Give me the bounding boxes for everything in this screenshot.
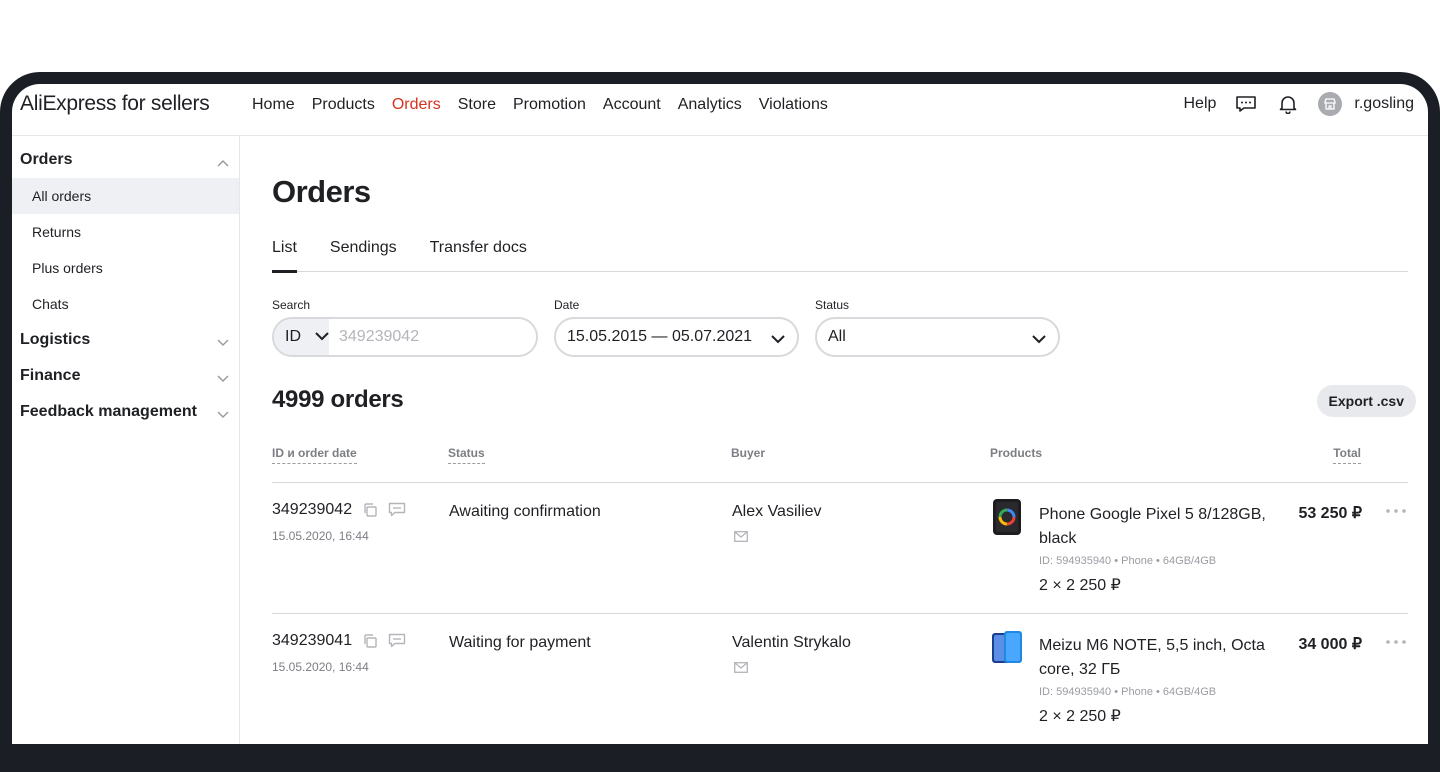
table-row: 349239042 15.05.2020, 16:44 Awaiting con… [272, 483, 1408, 614]
chat-icon[interactable] [388, 633, 406, 649]
messages-icon[interactable] [1234, 92, 1258, 116]
sidebar-group-label: Finance [20, 367, 81, 384]
chevron-down-icon [217, 334, 229, 352]
table-row: 349239041 15.05.2020, 16:44 Waiting for … [272, 614, 1408, 744]
order-status: Waiting for payment [449, 634, 591, 651]
nav-analytics[interactable]: Analytics [678, 96, 742, 114]
status-select-value: All [828, 328, 846, 345]
app-window: AliExpress for sellers Home Products Ord… [12, 84, 1428, 744]
column-header-id-date[interactable]: ID и order date [272, 446, 357, 464]
tab-list[interactable]: List [272, 234, 297, 273]
order-total: 53 250 ₽ [1298, 505, 1362, 522]
sidebar-item-all-orders[interactable]: All orders [12, 178, 239, 214]
chevron-down-icon [315, 328, 329, 346]
date-label: Date [554, 298, 580, 312]
status-label: Status [815, 298, 850, 312]
product-thumbnail[interactable] [990, 630, 1024, 666]
nav-orders[interactable]: Orders [392, 96, 441, 114]
nav-promotion[interactable]: Promotion [513, 96, 586, 114]
chat-icon[interactable] [388, 502, 406, 518]
chevron-up-icon [217, 154, 229, 172]
order-status: Awaiting confirmation [449, 503, 601, 520]
sidebar-group-orders[interactable]: Orders [12, 142, 239, 178]
sidebar-group-feedback[interactable]: Feedback management [12, 394, 239, 430]
export-csv-button[interactable]: Export .csv [1316, 385, 1416, 417]
nav-home[interactable]: Home [252, 96, 295, 114]
order-date: 15.05.2020, 16:44 [272, 660, 369, 674]
order-id-text[interactable]: 349239042 [272, 501, 352, 519]
product-name[interactable]: Meizu M6 NOTE, 5,5 inch, Octa core, 32 Г… [1039, 634, 1275, 682]
tab-sendings[interactable]: Sendings [330, 234, 397, 272]
date-range-select[interactable]: 15.05.2015 — 05.07.2021 [554, 317, 799, 357]
sidebar-group-label: Logistics [20, 331, 91, 348]
buyer-name[interactable]: Valentin Strykalo [732, 634, 851, 652]
tab-transfer-docs[interactable]: Transfer docs [430, 234, 527, 272]
buyer-name[interactable]: Alex Vasiliev [732, 503, 822, 521]
sidebar-item-chats[interactable]: Chats [12, 286, 239, 322]
orders-count: 4999 orders [272, 386, 404, 413]
sidebar-group-logistics[interactable]: Logistics [12, 322, 239, 358]
store-avatar-icon[interactable] [1318, 92, 1343, 116]
chevron-down-icon [217, 406, 229, 424]
sidebar-group-label: Orders [20, 151, 73, 168]
search-type-select[interactable]: ID [274, 319, 329, 355]
bell-icon[interactable] [1276, 92, 1300, 116]
order-id: 349239041 [272, 632, 406, 650]
nav-account[interactable]: Account [603, 96, 661, 114]
sidebar: Orders All orders Returns Plus orders Ch… [12, 136, 240, 744]
more-actions-icon[interactable] [1384, 503, 1408, 519]
search-type-value: ID [285, 328, 301, 345]
page-title: Orders [272, 174, 371, 209]
nav-products[interactable]: Products [312, 96, 375, 114]
sidebar-item-returns[interactable]: Returns [12, 214, 239, 250]
sidebar-item-plus-orders[interactable]: Plus orders [12, 250, 239, 286]
user-area: Help r.gosling [1184, 92, 1414, 116]
copy-icon[interactable] [362, 633, 378, 649]
nav-store[interactable]: Store [458, 96, 496, 114]
product-quantity: 2 × 2 250 ₽ [1039, 708, 1121, 725]
product-meta: ID: 594935940 • Phone • 64GB/4GB [1039, 555, 1217, 567]
top-navbar: AliExpress for sellers Home Products Ord… [12, 84, 1428, 136]
column-header-products: Products [990, 446, 1043, 460]
nav-violations[interactable]: Violations [759, 96, 828, 114]
order-id: 349239042 [272, 501, 406, 519]
main-nav: Home Products Orders Store Promotion Acc… [252, 96, 828, 114]
copy-icon[interactable] [362, 502, 378, 518]
product-quantity: 2 × 2 250 ₽ [1039, 577, 1121, 594]
mail-icon[interactable] [734, 662, 748, 673]
column-header-total[interactable]: Total [1333, 446, 1361, 464]
column-header-buyer: Buyer [731, 446, 766, 460]
chevron-down-icon [771, 331, 785, 349]
order-total: 34 000 ₽ [1298, 636, 1362, 653]
date-range-value: 15.05.2015 — 05.07.2021 [567, 328, 753, 345]
sidebar-group-label: Feedback management [20, 403, 197, 420]
order-id-text[interactable]: 349239041 [272, 632, 352, 650]
product-meta: ID: 594935940 • Phone • 64GB/4GB [1039, 686, 1217, 698]
search-input[interactable] [329, 319, 536, 355]
column-header-status[interactable]: Status [448, 446, 485, 464]
help-link[interactable]: Help [1184, 95, 1217, 113]
product-name[interactable]: Phone Google Pixel 5 8/128GB, black [1039, 503, 1275, 551]
product-thumbnail[interactable] [990, 499, 1024, 535]
tab-bar: List Sendings Transfer docs [272, 234, 1408, 273]
username[interactable]: r.gosling [1354, 95, 1414, 113]
mail-icon[interactable] [734, 531, 748, 542]
sidebar-group-finance[interactable]: Finance [12, 358, 239, 394]
status-select[interactable]: All [815, 317, 1060, 357]
logo[interactable]: AliExpress for sellers [20, 92, 210, 116]
order-date: 15.05.2020, 16:44 [272, 529, 369, 543]
more-actions-icon[interactable] [1384, 634, 1408, 650]
search-label: Search [272, 298, 311, 312]
search-field: ID [272, 317, 538, 357]
chevron-down-icon [217, 370, 229, 388]
chevron-down-icon [1032, 331, 1046, 349]
